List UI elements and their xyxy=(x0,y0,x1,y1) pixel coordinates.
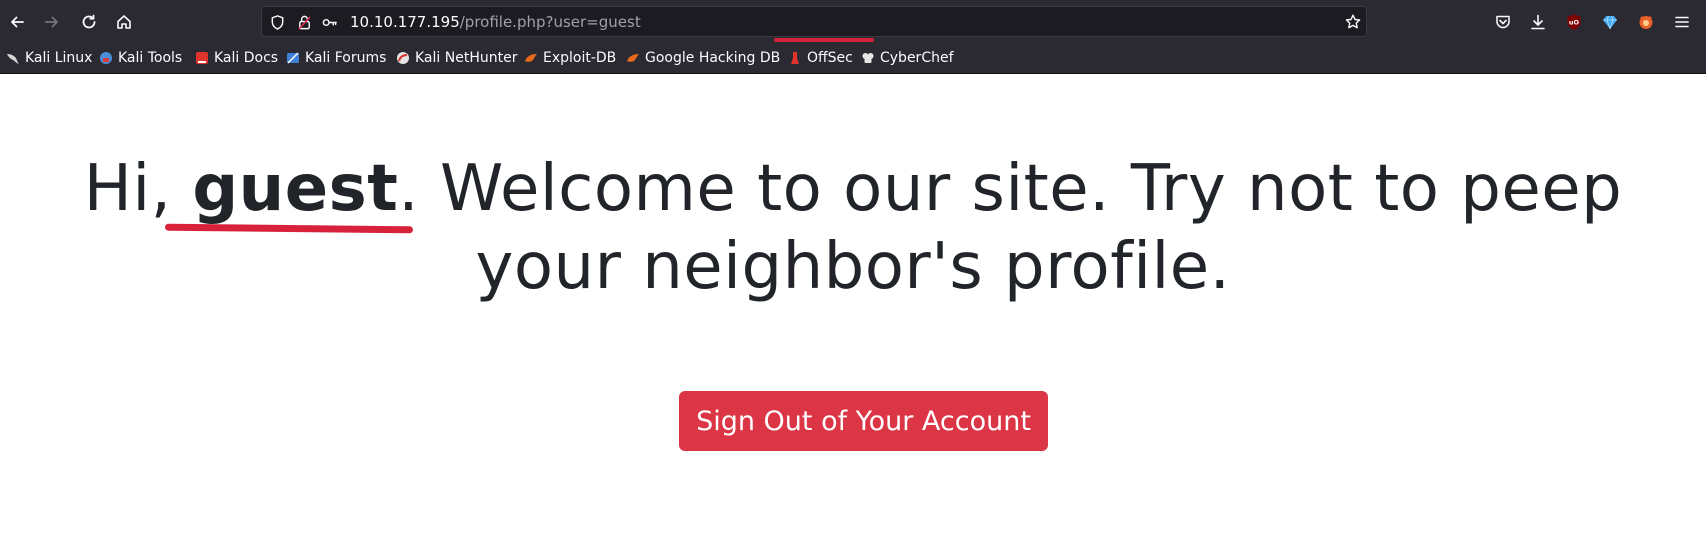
bookmark-label: Kali Docs xyxy=(214,50,279,66)
kali-dragon-icon xyxy=(6,51,20,65)
greeting-text: Hi, xyxy=(83,152,172,226)
back-arrow-icon[interactable] xyxy=(3,8,31,36)
sign-out-button[interactable]: Sign Out of Your Account xyxy=(679,391,1048,451)
bookmark-label: Google Hacking DB xyxy=(645,50,781,66)
bookmark-label: Kali Forums xyxy=(305,50,387,66)
url-host: 10.10.177.195 xyxy=(350,13,460,31)
kali-docs-icon xyxy=(195,51,209,65)
forward-arrow-icon[interactable] xyxy=(38,8,66,36)
welcome-message-text: . Welcome to our site. Try not to peep y… xyxy=(398,152,1623,304)
bookmark-star-icon[interactable] xyxy=(1344,13,1362,31)
exploit-db-icon xyxy=(524,51,538,65)
svg-text:uO: uO xyxy=(1569,19,1580,27)
ghdb-icon xyxy=(626,51,640,65)
bookmark-kali-docs[interactable]: Kali Docs xyxy=(195,43,278,73)
bookmark-label: Kali Linux xyxy=(25,50,93,66)
kali-nethunter-icon xyxy=(396,51,410,65)
ublock-origin-icon[interactable]: uO xyxy=(1560,8,1588,36)
bookmark-label: Kali NetHunter xyxy=(415,50,518,66)
bookmark-label: Exploit-DB xyxy=(543,50,617,66)
username-text: guest xyxy=(192,152,399,226)
bookmark-label: CyberChef xyxy=(880,50,954,66)
insecure-lock-icon[interactable] xyxy=(295,13,313,31)
cyberchef-icon xyxy=(861,51,875,65)
reload-icon[interactable] xyxy=(75,8,103,36)
browser-toolbar: 10.10.177.195/profile.php?user=guest uO xyxy=(0,0,1706,43)
bookmark-kali-tools[interactable]: Kali Tools xyxy=(99,43,182,73)
home-icon[interactable] xyxy=(110,8,138,36)
bookmark-kali-nethunter[interactable]: Kali NetHunter xyxy=(396,43,517,73)
bookmark-kali-linux[interactable]: Kali Linux xyxy=(6,43,92,73)
bookmark-google-hacking-db[interactable]: Google Hacking DB xyxy=(626,43,780,73)
offsec-icon xyxy=(788,51,802,65)
hamburger-menu-icon[interactable] xyxy=(1668,8,1696,36)
bookmark-exploit-db[interactable]: Exploit-DB xyxy=(524,43,616,73)
url-annotation-underline xyxy=(774,38,874,42)
shield-icon[interactable] xyxy=(268,13,286,31)
extension-gem-icon[interactable] xyxy=(1596,8,1624,36)
bookmark-kali-forums[interactable]: Kali Forums xyxy=(286,43,386,73)
key-icon[interactable] xyxy=(320,13,338,31)
pocket-icon[interactable] xyxy=(1489,8,1517,36)
address-bar[interactable]: 10.10.177.195/profile.php?user=guest xyxy=(261,6,1367,42)
kali-tools-icon xyxy=(99,51,113,65)
kali-forums-icon xyxy=(286,51,300,65)
bookmarks-toolbar: Kali Linux Kali Tools Kali Docs Kali For… xyxy=(0,43,1706,74)
url-path: /profile.php?user=guest xyxy=(459,13,641,31)
foxyproxy-icon[interactable] xyxy=(1632,8,1660,36)
url-text[interactable]: 10.10.177.195/profile.php?user=guest xyxy=(350,7,641,38)
bookmark-label: Kali Tools xyxy=(118,50,183,66)
bookmark-cyberchef[interactable]: CyberChef xyxy=(861,43,954,73)
bookmark-label: OffSec xyxy=(807,50,853,66)
bookmark-offsec[interactable]: OffSec xyxy=(788,43,853,73)
download-icon[interactable] xyxy=(1524,8,1552,36)
